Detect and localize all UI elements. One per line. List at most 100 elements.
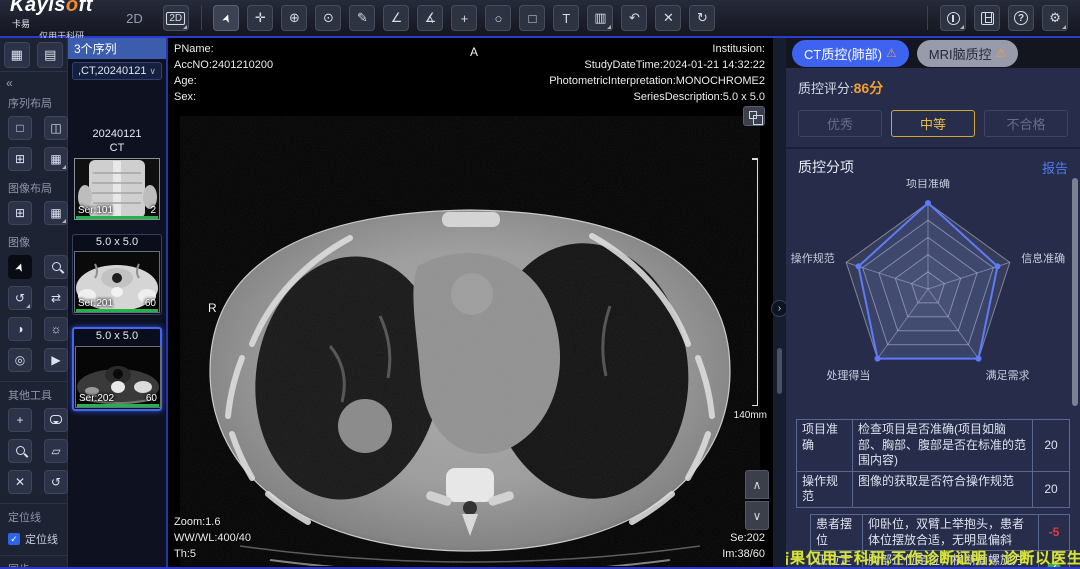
comment-button[interactable] (44, 408, 68, 432)
mode-label: 2D (126, 11, 143, 26)
img-layout-2x2-button[interactable]: ⊞ (8, 201, 32, 225)
ct-viewport[interactable]: PName:AccNO:2401210200Age:Sex: Institusi… (168, 38, 773, 569)
preset-icon: ▥ (594, 10, 606, 26)
reset-icon: ↻ (697, 10, 708, 26)
text-annotation-button[interactable]: T (553, 5, 579, 31)
play-button[interactable]: ▶ (44, 348, 68, 372)
qc-tab-MRI脑质控[interactable]: MRI脑质控⚠ (917, 40, 1019, 67)
cine-button[interactable]: ◎ (8, 348, 32, 372)
text2d-icon: 2D (166, 12, 185, 25)
qc-table-row: 操作规范 图像的获取是否符合操作规范 20 (797, 472, 1069, 507)
score-value: 20 (1044, 438, 1057, 454)
scroll-up-button[interactable]: ∧ (745, 470, 769, 499)
zoom-in-button[interactable]: ⊕ (281, 5, 307, 31)
add-button[interactable]: + (8, 408, 32, 432)
eraser-button[interactable]: ▱ (44, 439, 68, 463)
grade-button-不合格[interactable]: 不合格 (984, 110, 1068, 137)
series-number: Ser:201 (78, 298, 113, 309)
patient-info-overlay: PName:AccNO:2401210200Age:Sex: (174, 42, 273, 106)
layout-2x2-button[interactable]: ⊞ (8, 147, 32, 171)
undo-button[interactable]: ↶ (621, 5, 647, 31)
grade-button-优秀[interactable]: 优秀 (798, 110, 882, 137)
sq9-icon: ▦ (50, 152, 61, 166)
cine-icon: ◎ (15, 353, 25, 367)
window-preset-button[interactable]: ▥ (587, 5, 613, 31)
crosshair-button[interactable]: + (451, 5, 477, 31)
panel-gutter: › (773, 38, 786, 569)
gutter-scrollbar-thumb[interactable] (777, 348, 782, 394)
close-icon: ✕ (663, 10, 674, 26)
svg-text:操作规范: 操作规范 (791, 251, 835, 265)
flip-button[interactable]: ⇄ (44, 286, 68, 310)
svg-text:项目准确: 项目准确 (906, 179, 950, 190)
alert-button[interactable] (940, 5, 966, 31)
clear-button[interactable]: ✕ (8, 470, 32, 494)
link-icon (749, 111, 757, 119)
qc-scrollbar-thumb[interactable] (1072, 178, 1078, 406)
svg-text:处理得当: 处理得当 (826, 368, 870, 382)
reset-view-button[interactable]: ↻ (689, 5, 715, 31)
series-list-button[interactable]: ▦ (4, 42, 30, 68)
scale-ruler (753, 158, 761, 406)
qc-panel: CT质控(肺部)⚠MRI脑质控⚠ 质控评分:86分 优秀中等不合格 质控分项 报… (786, 38, 1080, 569)
section-title: 其他工具 (0, 381, 67, 406)
layout-1x1-button[interactable]: □ (8, 116, 32, 140)
report-panel-button[interactable]: ▤ (37, 42, 63, 68)
sq1-icon: □ (16, 121, 23, 135)
app-logo: Kayisoft卡易 仅用于科研 (0, 0, 98, 41)
series-number: Ser:101 (78, 205, 113, 216)
bright-icon: ☼ (51, 322, 62, 336)
magnifier-roi-button[interactable] (8, 439, 32, 463)
view-2d-button[interactable]: 2D (163, 5, 189, 31)
cobb-angle-button[interactable]: ∡ (417, 5, 443, 31)
grade-button-中等[interactable]: 中等 (891, 110, 975, 137)
restore-button[interactable]: ↺ (44, 470, 68, 494)
brightness-button[interactable]: ☼ (44, 317, 68, 341)
image-count: 2 (150, 205, 156, 216)
sq2-icon: ◫ (50, 121, 61, 135)
scale-label: 140mm (734, 410, 767, 421)
qc-subitems-title: 质控分项 (798, 157, 854, 177)
rect-roi-button[interactable]: □ (519, 5, 545, 31)
cursor-button[interactable]: ➤ (213, 5, 239, 31)
help-button[interactable]: ? (1008, 5, 1034, 31)
thumbnail-image: Ser:101 2 (74, 158, 160, 220)
search-icon (52, 262, 61, 271)
ellipse-roi-button[interactable]: ○ (485, 5, 511, 31)
rotate-button[interactable]: ↺ (8, 286, 32, 310)
top-toolbar: Kayisoft卡易 仅用于科研 2D 2D ➤ ✛ ⊕ ⊙ ✎ ∠ ∡ + ○ □ T ▥ ↶ ✕ ↻ ?… (0, 0, 1080, 38)
save-button[interactable] (974, 5, 1000, 31)
qc-detail-row: 患者摆位 仰卧位，双臂上举抱头，患者体位摆放合适，无明显偏斜 -5 (811, 515, 1069, 551)
angle-measure-button[interactable]: ∠ (383, 5, 409, 31)
panel-icon: ▤ (44, 47, 56, 63)
target-button[interactable]: ⊙ (315, 5, 341, 31)
settings-button[interactable]: ⚙ (1042, 5, 1068, 31)
study-select[interactable]: ,CT,20240121 ∨ (72, 62, 162, 80)
checkbox-定位线[interactable]: ✓ (8, 533, 20, 545)
qc-tab-CT质控(肺部)[interactable]: CT质控(肺部)⚠ (792, 40, 909, 67)
layout-1x2-button[interactable]: ◫ (44, 116, 68, 140)
rotate-icon: ↺ (51, 475, 61, 489)
cobb-icon: ∡ (425, 10, 437, 26)
series-thumbnail-Ser-201[interactable]: 5.0 x 5.0 Ser:20160 (72, 234, 162, 316)
report-link[interactable]: 报告 (1042, 158, 1068, 177)
score-value: 20 (1044, 482, 1057, 498)
collapse-sidebar-button[interactable]: « (0, 72, 67, 90)
layout-3x3-button[interactable]: ▦ (44, 147, 68, 171)
item-label: 操作规范 (797, 472, 853, 507)
img-layout-3x3-button[interactable]: ▦ (44, 201, 68, 225)
magnify-button[interactable] (44, 255, 68, 279)
invert-button[interactable]: ◑ (8, 317, 32, 341)
series-thumbnail-Ser-202[interactable]: 5.0 x 5.0 Ser:20260 (72, 327, 162, 411)
link-series-button[interactable] (743, 106, 765, 126)
pencil-icon: ✎ (357, 10, 368, 26)
eraser-icon: ▱ (51, 444, 60, 458)
scroll-down-button[interactable]: ∨ (745, 501, 769, 530)
delete-annotation-button[interactable]: ✕ (655, 5, 681, 31)
annotate-pencil-button[interactable]: ✎ (349, 5, 375, 31)
app-window: Kayisoft卡易 仅用于科研 2D 2D ➤ ✛ ⊕ ⊙ ✎ ∠ ∡ + ○ □ T ▥ ↶ ✕ ↻ ?… (0, 0, 1080, 569)
cursor-button[interactable]: ➤ (8, 255, 32, 279)
cursor-icon: ➤ (219, 11, 234, 24)
series-thumbnail-Ser-101[interactable]: 20240121CT Ser:1012 (72, 126, 162, 222)
pan-button[interactable]: ✛ (247, 5, 273, 31)
